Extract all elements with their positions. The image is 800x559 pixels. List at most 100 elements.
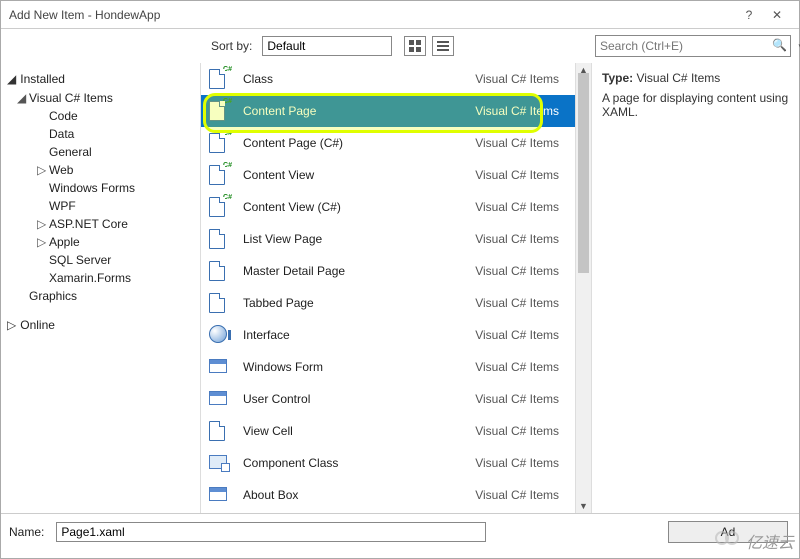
template-item-content-view-c-[interactable]: Content View (C#) Visual C# Items (201, 191, 575, 223)
template-item-windows-form[interactable]: Windows Form Visual C# Items (201, 351, 575, 383)
name-input[interactable] (56, 522, 486, 542)
collapse-icon: ◢ (17, 91, 29, 105)
page-icon (209, 293, 229, 313)
info-type: Type: Visual C# Items (602, 71, 789, 85)
template-item-name: Content View (243, 168, 461, 182)
toolbar: Sort by: 🔍 ▾ (1, 29, 799, 63)
page-csharp-icon (209, 69, 229, 89)
tree-item-label: General (49, 145, 92, 159)
tree-item-label: Windows Forms (49, 181, 135, 195)
scrollbar[interactable]: ▲ ▼ (575, 63, 591, 513)
watermark: 亿速云 (714, 528, 794, 553)
tree-item-asp-net-core[interactable]: ▷ASP.NET Core (5, 215, 196, 233)
template-list-panel: Class Visual C# Items Content Page Visual C… (201, 63, 591, 513)
template-item-name: Tabbed Page (243, 296, 461, 310)
expand-icon: ▷ (37, 163, 49, 177)
template-item-content-view[interactable]: Content ViewVisual C# Items (201, 159, 575, 191)
info-type-label: Type: (602, 71, 633, 85)
help-button[interactable]: ? (735, 8, 763, 22)
search-box[interactable]: 🔍 ▾ (595, 35, 791, 57)
name-label: Name: (9, 525, 44, 539)
page-icon (209, 261, 229, 281)
tree-item-windows-forms[interactable]: Windows Forms (5, 179, 196, 197)
template-item-component-class[interactable]: Component Class Visual C# Items (201, 447, 575, 479)
template-item-category: Visual C# Items (475, 488, 567, 502)
window-title: Add New Item - HondewApp (9, 8, 735, 22)
tree-item-label: Web (49, 163, 73, 177)
template-item-tabbed-page[interactable]: Tabbed PageVisual C# Items (201, 287, 575, 319)
template-item-name: Component Class (243, 456, 461, 470)
expand-icon: ▷ (37, 217, 49, 231)
tree-item-label: WPF (49, 199, 76, 213)
template-item-category: Visual C# Items (475, 72, 567, 86)
tree-item-xamarin-forms[interactable]: Xamarin.Forms (5, 269, 196, 287)
template-item-name: Content View (C#) (243, 200, 461, 214)
page-icon (209, 421, 229, 441)
tree-item-sql-server[interactable]: SQL Server (5, 251, 196, 269)
tree-item-graphics[interactable]: Graphics (5, 287, 196, 305)
tree-item-label: Xamarin.Forms (49, 271, 131, 285)
tree-item-web[interactable]: ▷Web (5, 161, 196, 179)
template-item-category: Visual C# Items (475, 328, 567, 342)
template-item-name: About Box (243, 488, 461, 502)
template-item-category: Visual C# Items (475, 200, 567, 214)
tree-item-label: Apple (49, 235, 80, 249)
tree-item-label: Code (49, 109, 78, 123)
template-item-name: Content Page (C#) (243, 136, 461, 150)
template-item-class[interactable]: Class Visual C# Items (201, 63, 575, 95)
template-item-about-box[interactable]: About Box Visual C# Items (201, 479, 575, 511)
category-tree: ◢ Installed ◢Visual C# ItemsCodeDataGene… (1, 63, 201, 513)
sort-dropdown[interactable] (262, 36, 392, 56)
template-item-name: Master Detail Page (243, 264, 461, 278)
close-button[interactable]: ✕ (763, 8, 791, 22)
tree-item-data[interactable]: Data (5, 125, 196, 143)
template-item-master-detail-page[interactable]: Master Detail PageVisual C# Items (201, 255, 575, 287)
tree-item-label: SQL Server (49, 253, 111, 267)
template-item-name: Content Page (243, 104, 461, 118)
tree-item-apple[interactable]: ▷Apple (5, 233, 196, 251)
template-item-category: Visual C# Items (475, 360, 567, 374)
tree-item-general[interactable]: General (5, 143, 196, 161)
template-item-category: Visual C# Items (475, 136, 567, 150)
tree-item-label: Data (49, 127, 74, 141)
tree-item-label: Visual C# Items (29, 91, 113, 105)
tree-item-visual-c-items[interactable]: ◢Visual C# Items (5, 89, 196, 107)
expand-icon: ▷ (37, 235, 49, 249)
tree-section-label: Installed (20, 72, 65, 86)
scroll-thumb[interactable] (578, 73, 589, 273)
template-item-user-control[interactable]: User ControlVisual C# Items (201, 383, 575, 415)
info-type-value: Visual C# Items (636, 71, 720, 85)
template-item-name: Windows Form (243, 360, 461, 374)
template-item-name: Interface (243, 328, 461, 342)
expand-icon: ▷ (7, 318, 16, 332)
tree-section-online[interactable]: ▷ Online (5, 315, 196, 335)
page-csharp-icon (209, 197, 229, 217)
tree-item-code[interactable]: Code (5, 107, 196, 125)
template-item-interface[interactable]: Interface Visual C# Items (201, 319, 575, 351)
page-csharp-icon (209, 165, 229, 185)
collapse-icon: ◢ (7, 72, 16, 86)
tree-section-installed[interactable]: ◢ Installed (5, 69, 196, 89)
tree-item-wpf[interactable]: WPF (5, 197, 196, 215)
template-item-content-page[interactable]: Content Page Visual C# Items (201, 95, 575, 127)
template-item-list-view-page[interactable]: List View PageVisual C# Items (201, 223, 575, 255)
template-item-view-cell[interactable]: View CellVisual C# Items (201, 415, 575, 447)
page-csharp-icon (209, 133, 229, 153)
template-list: Class Visual C# Items Content Page Visual C… (201, 63, 575, 513)
template-item-name: View Cell (243, 424, 461, 438)
main-area: ◢ Installed ◢Visual C# ItemsCodeDataGene… (1, 63, 799, 513)
form-icon (209, 357, 229, 377)
template-item-category: Visual C# Items (475, 104, 567, 118)
template-item-category: Visual C# Items (475, 456, 567, 470)
component-icon (209, 453, 229, 473)
template-item-name: User Control (243, 392, 461, 406)
search-input (595, 35, 791, 57)
view-list-button[interactable] (432, 36, 454, 56)
scroll-down-icon[interactable]: ▼ (576, 499, 591, 513)
template-item-category: Visual C# Items (475, 232, 567, 246)
template-item-content-page-c-[interactable]: Content Page (C#) Visual C# Items (201, 127, 575, 159)
view-large-icons-button[interactable] (404, 36, 426, 56)
interface-icon (209, 325, 229, 345)
page-icon (209, 229, 229, 249)
template-item-name: Class (243, 72, 461, 86)
